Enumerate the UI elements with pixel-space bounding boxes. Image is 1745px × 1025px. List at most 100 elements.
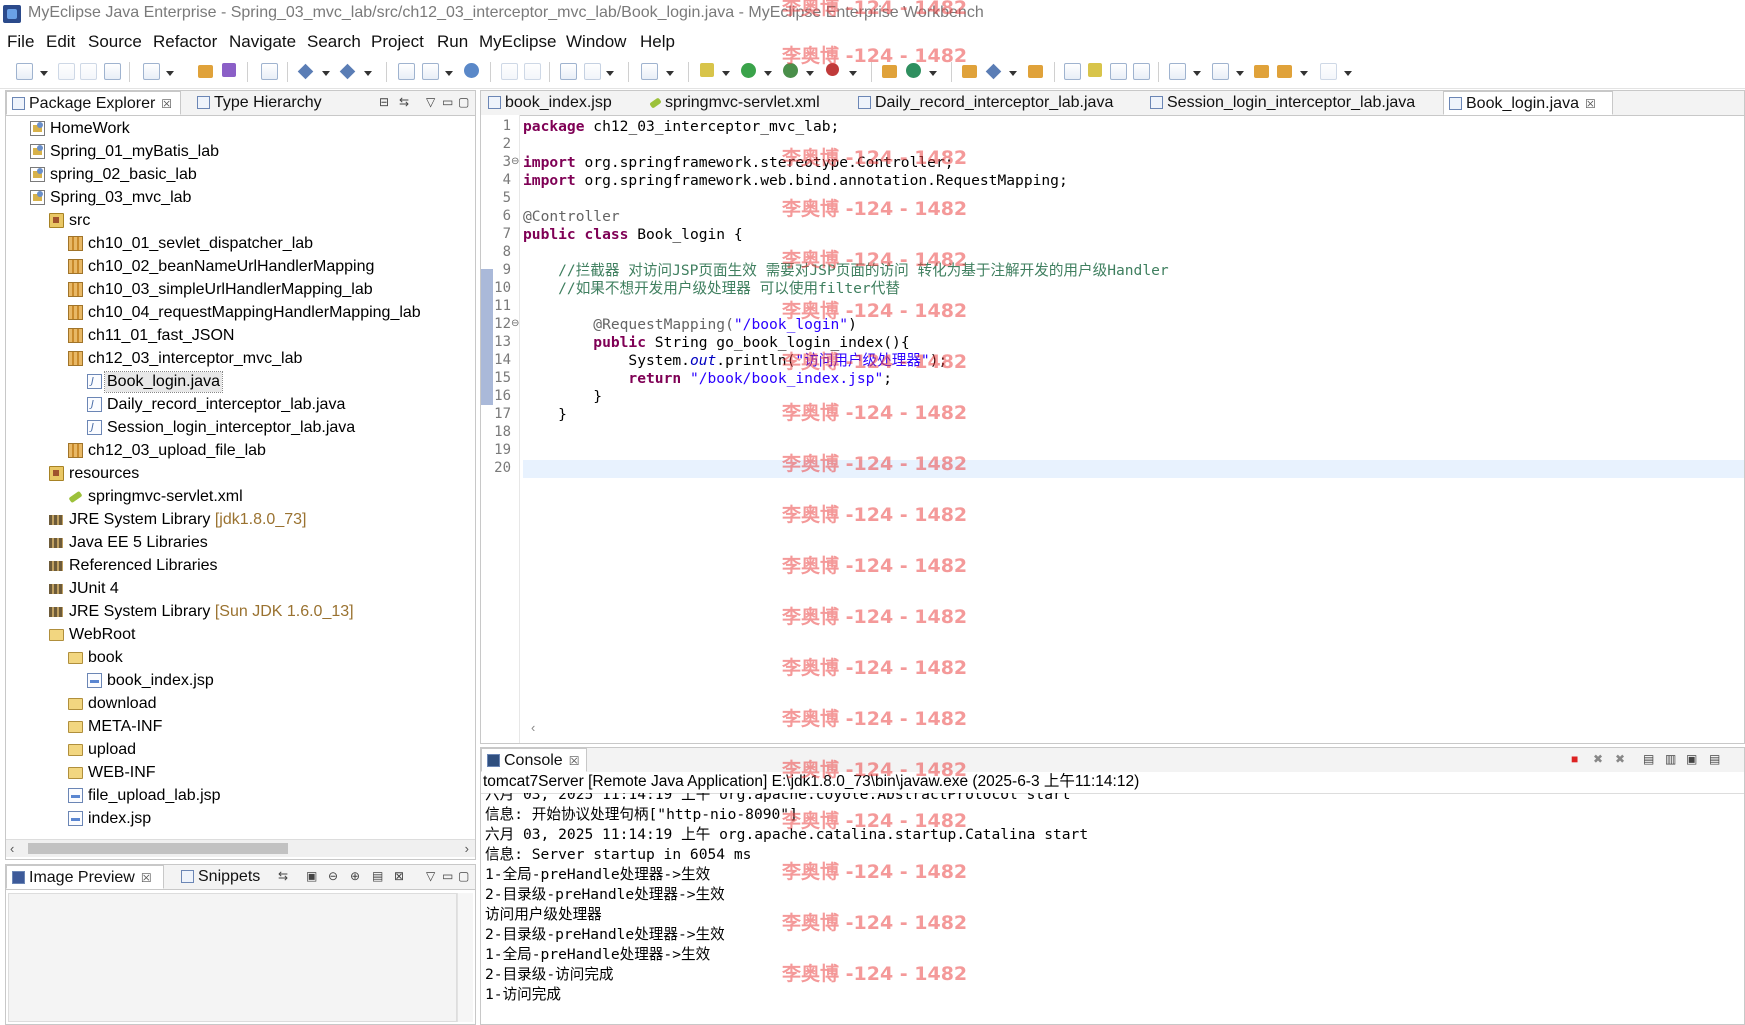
print-icon[interactable]: [104, 63, 121, 80]
pencil-icon[interactable]: [985, 63, 1002, 80]
preview-vertical-scrollbar[interactable]: [457, 893, 473, 1022]
maximize-icon[interactable]: ▢: [458, 869, 469, 883]
grid-icon[interactable]: [398, 63, 415, 80]
menu-help[interactable]: Help: [640, 32, 675, 52]
remove-all-launches-icon[interactable]: ✖: [1615, 752, 1625, 766]
search-tool-icon[interactable]: [339, 63, 356, 80]
pencil-dropdown-icon[interactable]: [1009, 71, 1017, 76]
remove-launch-icon[interactable]: ✖: [1593, 752, 1603, 766]
minimize-icon[interactable]: ▭: [442, 869, 453, 883]
tab-type-hierarchy[interactable]: Type Hierarchy: [192, 91, 337, 115]
tab-daily-record-interceptor[interactable]: Daily_record_interceptor_lab.java: [853, 91, 1121, 115]
back-dropdown-icon[interactable]: [1300, 71, 1308, 76]
link-with-editor-icon[interactable]: ⇆: [399, 95, 409, 109]
run-icon[interactable]: [741, 63, 756, 78]
camera-dropdown-icon[interactable]: [666, 71, 674, 76]
server-icon[interactable]: [222, 63, 236, 77]
refresh-icon[interactable]: [906, 63, 921, 78]
run-dropdown-icon[interactable]: [764, 71, 772, 76]
menu-project[interactable]: Project: [371, 32, 424, 52]
scroll-thumb[interactable]: [28, 843, 288, 854]
code-area[interactable]: package ch12_03_interceptor_mvc_lab; imp…: [523, 115, 1744, 743]
pin-console-icon[interactable]: ▣: [1686, 752, 1697, 766]
tab-console[interactable]: Console ☒: [481, 748, 587, 772]
menu-source[interactable]: Source: [88, 32, 142, 52]
tab-springmvc-servlet-xml[interactable]: springmvc-servlet.xml: [643, 91, 833, 115]
prev-annotation-icon[interactable]: [1212, 63, 1229, 80]
new-web-project-icon[interactable]: [143, 63, 160, 80]
close-icon[interactable]: ☒: [1585, 97, 1596, 111]
close-icon[interactable]: ☒: [141, 871, 152, 885]
refresh-dropdown-icon[interactable]: [929, 71, 937, 76]
deploy-icon[interactable]: [198, 65, 213, 78]
coverage-dropdown-icon[interactable]: [806, 71, 814, 76]
new-icon[interactable]: [16, 63, 33, 80]
forward-icon[interactable]: [1320, 63, 1337, 80]
tab-image-preview[interactable]: Image Preview ☒: [6, 865, 164, 889]
clear-console-icon[interactable]: ▤: [1643, 752, 1654, 766]
lock-icon[interactable]: [261, 63, 278, 80]
menu-window[interactable]: Window: [566, 32, 626, 52]
zoom-in-icon[interactable]: ⊕: [350, 869, 360, 883]
save-all-icon[interactable]: [80, 63, 97, 80]
zoom-out-icon[interactable]: ⊖: [328, 869, 338, 883]
block-select-icon[interactable]: [1110, 63, 1127, 80]
next-annotation-icon[interactable]: [1169, 63, 1186, 80]
forward-dropdown-icon[interactable]: [1344, 71, 1352, 76]
highlight-icon[interactable]: [1088, 63, 1102, 77]
close-icon[interactable]: ☒: [161, 97, 172, 111]
scroll-left-icon[interactable]: ‹: [10, 840, 14, 857]
back-icon[interactable]: [1277, 65, 1292, 78]
tools-icon[interactable]: [584, 63, 601, 80]
view-menu-icon[interactable]: ▽: [426, 95, 435, 109]
export-icon[interactable]: [422, 63, 439, 80]
globe-icon[interactable]: [464, 63, 479, 78]
explorer-horizontal-scrollbar[interactable]: ‹ ›: [6, 839, 475, 857]
menu-navigate[interactable]: Navigate: [229, 32, 296, 52]
collapse-all-icon[interactable]: ⊟: [379, 95, 389, 109]
menu-search[interactable]: Search: [307, 32, 361, 52]
tab-session-login-interceptor[interactable]: Session_login_interceptor_lab.java: [1145, 91, 1430, 115]
menu-file[interactable]: File: [7, 32, 34, 52]
external-tools-icon[interactable]: [826, 63, 839, 76]
fit-image-icon[interactable]: ▣: [306, 869, 317, 883]
forward-disabled-icon[interactable]: [524, 63, 541, 80]
save-icon[interactable]: [58, 63, 75, 80]
menu-run[interactable]: Run: [437, 32, 468, 52]
show-whitespace-icon[interactable]: [1133, 63, 1150, 80]
table-icon[interactable]: [560, 63, 577, 80]
link-icon[interactable]: [1064, 63, 1081, 80]
camera-icon[interactable]: [641, 63, 658, 80]
fold-icon[interactable]: ⊖: [511, 156, 519, 167]
tab-book-login-java[interactable]: Book_login.java ☒: [1443, 91, 1613, 115]
project-dropdown-icon[interactable]: [166, 71, 174, 76]
menu-refactor[interactable]: Refactor: [153, 32, 217, 52]
tools-dropdown-icon[interactable]: [606, 71, 614, 76]
prev-annotation-dropdown-icon[interactable]: [1236, 71, 1244, 76]
next-annotation-dropdown-icon[interactable]: [1193, 71, 1201, 76]
last-edit-icon[interactable]: [1254, 65, 1269, 78]
open-type-icon[interactable]: [962, 65, 977, 78]
tab-book-index-jsp[interactable]: book_index.jsp: [483, 91, 633, 115]
scroll-left-icon[interactable]: ‹: [531, 720, 535, 735]
menu-edit[interactable]: Edit: [46, 32, 75, 52]
scroll-lock-icon[interactable]: ▥: [1665, 752, 1676, 766]
external-tools-dropdown-icon[interactable]: [849, 71, 857, 76]
display-console-icon[interactable]: ▤: [1709, 752, 1720, 766]
debug-icon[interactable]: [700, 63, 714, 77]
back-disabled-icon[interactable]: [501, 63, 518, 80]
wizard-dropdown-icon[interactable]: [322, 71, 330, 76]
search-dropdown-icon[interactable]: [364, 71, 372, 76]
tab-package-explorer[interactable]: Package Explorer ☒: [6, 91, 181, 115]
debug-dropdown-icon[interactable]: [722, 71, 730, 76]
coverage-icon[interactable]: [783, 63, 798, 78]
open-folder-icon[interactable]: [1028, 65, 1043, 78]
fullscreen-icon[interactable]: ⊠: [394, 869, 404, 883]
export-dropdown-icon[interactable]: [445, 71, 453, 76]
sync-icon[interactable]: ⇆: [278, 869, 288, 883]
view-menu-icon[interactable]: ▽: [426, 869, 435, 883]
actual-size-icon[interactable]: ▤: [372, 869, 383, 883]
tab-snippets[interactable]: Snippets: [176, 865, 271, 889]
terminate-icon[interactable]: ■: [1571, 752, 1578, 766]
minimize-icon[interactable]: ▭: [442, 95, 453, 109]
